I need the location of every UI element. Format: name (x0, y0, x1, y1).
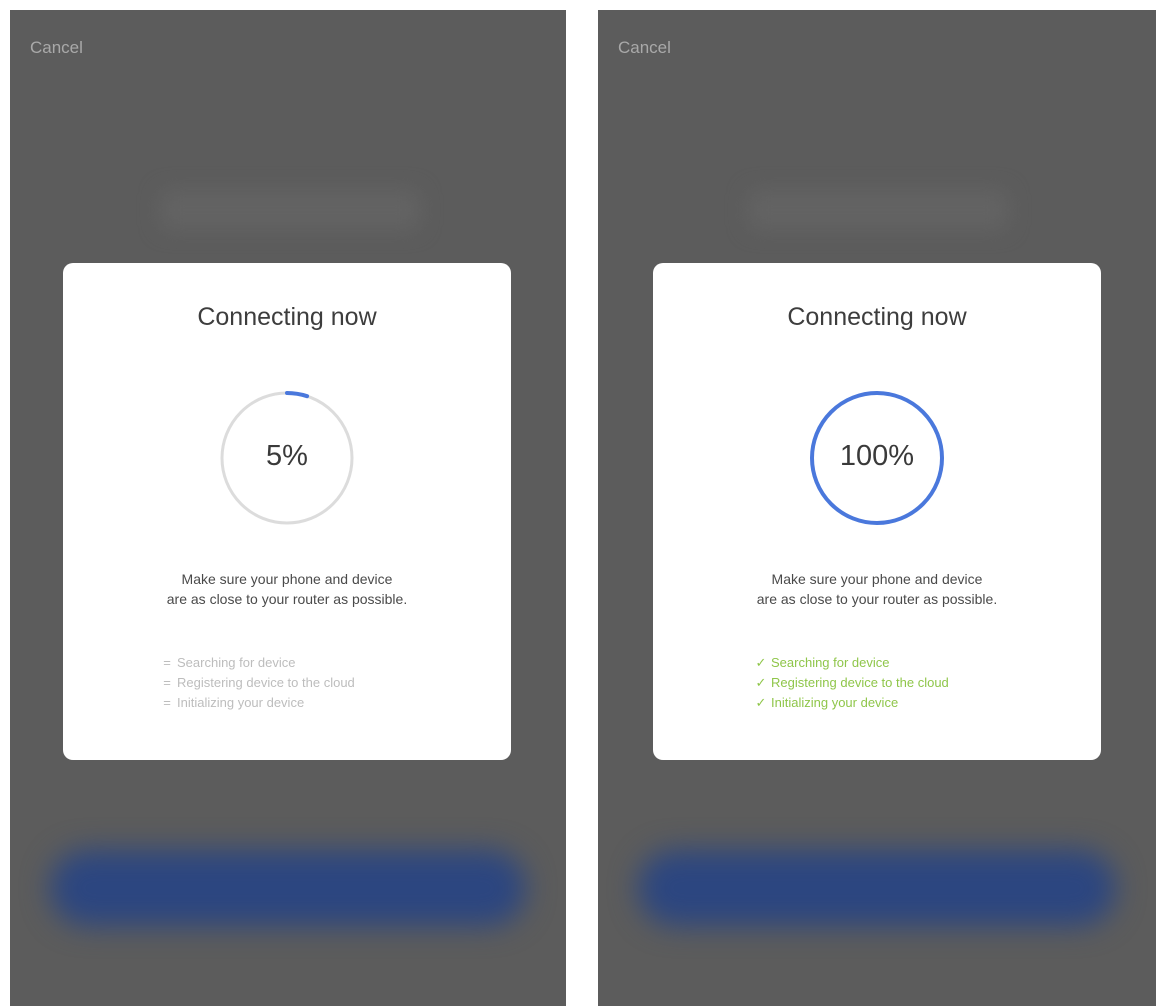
progress-percent: 5% (266, 440, 308, 472)
progress-ring: 5% (217, 388, 357, 528)
proximity-note-line-2: are as close to your router as possible. (166, 591, 408, 607)
step-searching-device: = Searching for device (159, 653, 355, 673)
background-blurred-content (748, 190, 1008, 230)
check-icon: ✓ (755, 675, 767, 690)
connecting-dialog: Connecting now 5% Make sure your phone a… (63, 263, 511, 760)
dialog-title: Connecting now (197, 303, 377, 331)
step-searching-device: ✓ Searching for device (753, 653, 949, 673)
cancel-button[interactable]: Cancel (618, 38, 671, 58)
connection-steps: = Searching for device = Registering devic… (159, 653, 355, 713)
proximity-note-line-2: are as close to your router as possible. (756, 591, 998, 607)
proximity-note: Make sure your phone and device are as c… (63, 569, 511, 609)
background-blurred-button (638, 850, 1116, 926)
step-initializing-device: ✓ Initializing your device (753, 693, 949, 713)
progress-percent: 100% (839, 440, 915, 472)
background-blurred-content (160, 190, 420, 230)
cancel-button[interactable]: Cancel (30, 38, 83, 58)
proximity-note: Make sure your phone and device are as c… (653, 569, 1101, 609)
step-label: Searching for device (177, 655, 296, 670)
check-icon: ✓ (755, 655, 767, 670)
step-registering-cloud: = Registering device to the cloud (159, 673, 355, 693)
background-blurred-button (50, 850, 526, 926)
check-icon: ✓ (755, 695, 767, 710)
connection-steps: ✓ Searching for device ✓ Registering devic… (753, 653, 949, 713)
pending-icon: = (163, 675, 171, 690)
step-label: Registering device to the cloud (177, 675, 355, 690)
step-label: Registering device to the cloud (771, 675, 949, 690)
step-label: Initializing your device (177, 695, 305, 710)
step-registering-cloud: ✓ Registering device to the cloud (753, 673, 949, 693)
connecting-screen-5-percent: Cancel Connecting now 5% Make sure your … (10, 10, 566, 1006)
proximity-note-line-1: Make sure your phone and device (771, 571, 983, 587)
dialog-title: Connecting now (787, 303, 967, 331)
proximity-note-line-1: Make sure your phone and device (181, 571, 393, 587)
pending-icon: = (163, 695, 171, 710)
pending-icon: = (163, 655, 171, 670)
step-initializing-device: = Initializing your device (159, 693, 355, 713)
step-label: Initializing your device (771, 695, 899, 710)
connecting-dialog: Connecting now 100% Make sure your phone… (653, 263, 1101, 760)
progress-ring: 100% (807, 388, 947, 528)
step-label: Searching for device (771, 655, 890, 670)
connecting-screen-100-percent: Cancel Connecting now 100% Make sure you… (598, 10, 1156, 1006)
